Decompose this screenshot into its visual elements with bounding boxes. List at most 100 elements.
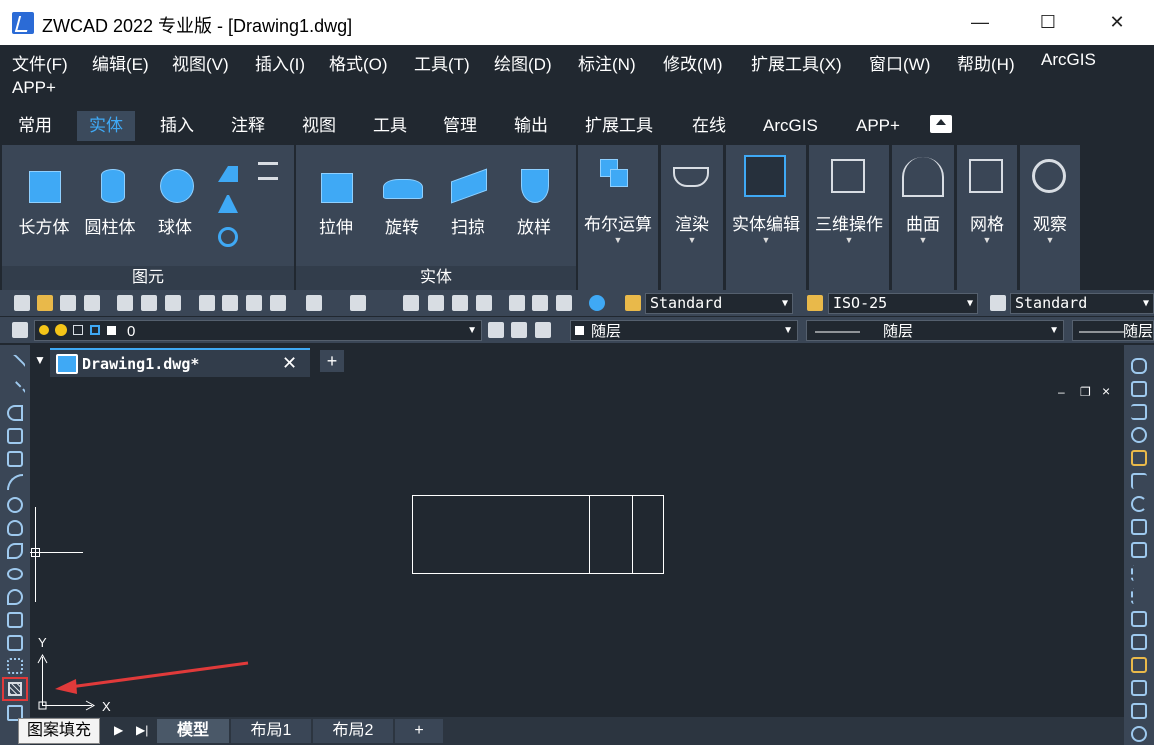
insert-block-icon[interactable]: [7, 612, 23, 628]
menu-app-plus[interactable]: APP+: [12, 78, 56, 98]
tab-app-plus[interactable]: APP+: [844, 111, 912, 141]
copy-icon[interactable]: [222, 295, 238, 311]
make-block-icon[interactable]: [7, 635, 23, 651]
explode-icon[interactable]: [1131, 726, 1147, 742]
menu-edit[interactable]: 编辑(E): [92, 50, 149, 75]
minimize-button[interactable]: —: [957, 0, 1003, 45]
join-icon[interactable]: [1131, 657, 1147, 673]
layer-previous-icon[interactable]: [511, 322, 527, 338]
menu-view[interactable]: 视图(V): [172, 50, 229, 75]
boolean-button[interactable]: 布尔运算 ▼: [578, 145, 658, 290]
sphere-button[interactable]: 球体: [147, 165, 203, 238]
array-icon[interactable]: [1131, 450, 1147, 466]
tab-add-layout[interactable]: +: [395, 719, 443, 743]
cone-icon[interactable]: [218, 193, 238, 213]
table-style-select[interactable]: Standard ▼: [1010, 293, 1154, 314]
menu-arcgis[interactable]: ArcGIS: [1041, 50, 1096, 70]
tab-annotate[interactable]: 注释: [219, 111, 277, 141]
wedge-icon[interactable]: [218, 162, 238, 182]
dim-style-select[interactable]: ISO-25 ▼: [828, 293, 978, 314]
last-layout-icon[interactable]: ▶|: [136, 723, 148, 737]
loft-button[interactable]: 放样: [504, 165, 564, 238]
box-button[interactable]: 长方体: [14, 165, 74, 238]
torus-icon[interactable]: [218, 227, 238, 247]
extrude-button[interactable]: 拉伸: [306, 165, 366, 238]
drawing-canvas[interactable]: – ❐ × Y X: [30, 377, 1124, 717]
3d-operations-button[interactable]: 三维操作 ▼: [809, 145, 889, 290]
make-current-icon[interactable]: [488, 322, 504, 338]
hatch-button[interactable]: [2, 677, 28, 701]
print-icon[interactable]: [117, 295, 133, 311]
erase-icon[interactable]: [1131, 358, 1147, 374]
revcloud-icon[interactable]: [7, 520, 23, 536]
move-icon[interactable]: [1131, 473, 1147, 489]
tool-palettes-icon[interactable]: [556, 295, 572, 311]
layer-manager-icon[interactable]: [12, 322, 28, 338]
menu-file[interactable]: 文件(F): [12, 50, 68, 75]
ellipse-arc-icon[interactable]: [7, 589, 23, 605]
design-center-icon[interactable]: [532, 295, 548, 311]
surface-button[interactable]: 曲面 ▼: [892, 145, 954, 290]
helix-icon[interactable]: [258, 162, 278, 180]
document-tab[interactable]: Drawing1.dwg* ✕: [50, 348, 310, 377]
new-tab-button[interactable]: +: [320, 350, 344, 372]
preview-icon[interactable]: [141, 295, 157, 311]
rotate-icon[interactable]: [1131, 496, 1147, 512]
stretch-icon[interactable]: [1131, 542, 1147, 558]
cylinder-button[interactable]: 圆柱体: [80, 165, 140, 238]
menu-insert[interactable]: 插入(I): [255, 50, 305, 75]
cut-icon[interactable]: [199, 295, 215, 311]
solid-edit-button[interactable]: 实体编辑 ▼: [726, 145, 806, 290]
menu-extension-tools[interactable]: 扩展工具(X): [751, 50, 842, 75]
tab-tools[interactable]: 工具: [361, 111, 419, 141]
tab-view[interactable]: 视图: [290, 111, 348, 141]
redo-icon[interactable]: [350, 295, 366, 311]
open-icon[interactable]: [37, 295, 53, 311]
menu-modify[interactable]: 修改(M): [663, 50, 722, 75]
tab-layout2[interactable]: 布局2: [313, 719, 393, 743]
fillet-icon[interactable]: [1131, 703, 1147, 719]
point-icon[interactable]: [7, 658, 23, 674]
zoom-realtime-icon[interactable]: [428, 295, 444, 311]
layer-select[interactable]: 0 ▼: [34, 320, 482, 341]
layer-state-icon[interactable]: [535, 322, 551, 338]
match-properties-icon[interactable]: [270, 295, 286, 311]
tab-arcgis[interactable]: ArcGIS: [751, 111, 830, 141]
tab-common[interactable]: 常用: [6, 111, 64, 141]
lineweight-select[interactable]: ——— 随层: [1072, 320, 1154, 341]
mesh-button[interactable]: 网格 ▼: [957, 145, 1017, 290]
menu-help[interactable]: 帮助(H): [957, 50, 1015, 75]
linetype-select[interactable]: ——— 随层 ▼: [806, 320, 1064, 341]
revolve-button[interactable]: 旋转: [372, 165, 432, 238]
close-button[interactable]: ✕: [1094, 0, 1140, 45]
menu-format[interactable]: 格式(O): [329, 50, 388, 75]
zoom-window-icon[interactable]: [452, 295, 468, 311]
copy-object-icon[interactable]: [1131, 381, 1147, 397]
maximize-button[interactable]: ☐: [1025, 0, 1071, 45]
mirror-icon[interactable]: [1131, 404, 1147, 420]
save-icon[interactable]: [60, 295, 76, 311]
trim-icon[interactable]: [1131, 565, 1147, 581]
observe-button[interactable]: 观察 ▼: [1020, 145, 1080, 290]
tab-insert[interactable]: 插入: [148, 111, 206, 141]
next-layout-icon[interactable]: ▶: [114, 723, 123, 737]
properties-icon[interactable]: [509, 295, 525, 311]
tab-model[interactable]: 模型: [157, 719, 229, 743]
spline-icon[interactable]: [7, 543, 23, 559]
color-select[interactable]: 随层 ▼: [570, 320, 798, 341]
xline-icon[interactable]: [3, 379, 27, 403]
menu-tools[interactable]: 工具(T): [414, 50, 470, 75]
line-icon[interactable]: [3, 353, 27, 377]
ribbon-collapse-button[interactable]: [930, 115, 952, 133]
arc-icon[interactable]: [7, 474, 23, 490]
break-at-point-icon[interactable]: [1131, 611, 1147, 627]
pan-icon[interactable]: [403, 295, 419, 311]
tab-output[interactable]: 输出: [502, 111, 560, 141]
close-tab-icon[interactable]: ✕: [282, 353, 297, 374]
render-button[interactable]: 渲染 ▼: [661, 145, 723, 290]
tab-extension-tools[interactable]: 扩展工具: [573, 111, 665, 141]
tab-list-icon[interactable]: ▼: [34, 353, 46, 367]
chamfer-icon[interactable]: [1131, 680, 1147, 696]
break-icon[interactable]: [1131, 634, 1147, 650]
text-style-select[interactable]: Standard ▼: [645, 293, 793, 314]
